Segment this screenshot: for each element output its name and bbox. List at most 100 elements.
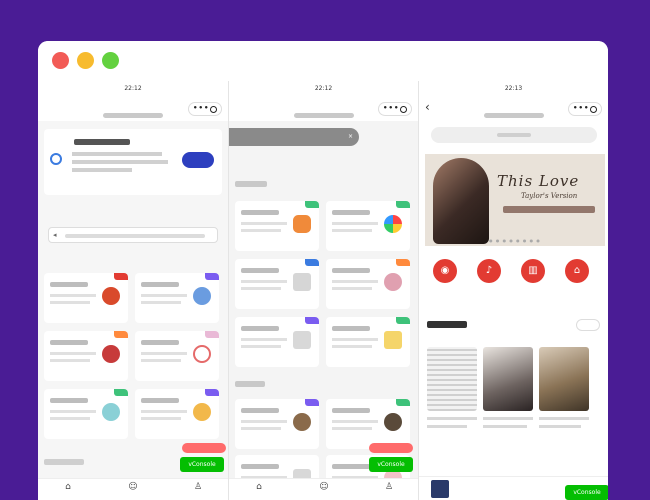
smile-icon: ☺: [128, 482, 138, 492]
playlist-cover[interactable]: [539, 347, 589, 411]
feature-icon: [102, 403, 120, 421]
carousel-indicator[interactable]: ● ● ● ● ● ● ● ●: [425, 238, 605, 243]
tab-mine[interactable]: ♙: [369, 482, 409, 492]
section-title-2: [235, 381, 265, 387]
close-icon[interactable]: ×: [348, 133, 353, 140]
app-window: 22:12 ••• ◂ vConsole ⌂ ☺ ♙ 22:12 ••• × v…: [38, 41, 608, 500]
more-icon[interactable]: •••: [573, 104, 589, 112]
rank-icon[interactable]: ▥: [521, 259, 545, 283]
phone-screen-tools: 22:12 ••• × vConsole ⌂ ☺ ♙: [228, 81, 418, 500]
maximize-window-button[interactable]: [102, 52, 119, 69]
feature-card[interactable]: [326, 399, 410, 449]
banner-image: [433, 158, 489, 244]
feature-card[interactable]: [44, 389, 128, 439]
more-button[interactable]: [576, 319, 600, 331]
feature-card[interactable]: [326, 201, 410, 251]
window-titlebar: [38, 41, 608, 81]
section-title-2: [44, 459, 84, 465]
status-time: 22:13: [504, 85, 523, 92]
feature-icon: [293, 273, 311, 291]
feature-icon: [384, 273, 402, 291]
playlist-name: [427, 417, 477, 420]
tab-discover[interactable]: ☺: [113, 482, 153, 492]
smile-icon: ☺: [319, 482, 329, 492]
feature-icon: [293, 215, 311, 233]
playlist-name: [539, 417, 589, 420]
vconsole-button[interactable]: vConsole: [565, 485, 608, 500]
feature-card[interactable]: [135, 331, 219, 381]
search-input[interactable]: [431, 127, 597, 143]
close-target-icon[interactable]: [210, 106, 217, 113]
tab-mine[interactable]: ♙: [178, 482, 218, 492]
feature-icon: [384, 215, 402, 233]
playlist-icon[interactable]: ♪: [477, 259, 501, 283]
feature-icon: [193, 345, 211, 363]
feature-card[interactable]: [135, 273, 219, 323]
floating-share-button[interactable]: [369, 443, 413, 453]
mini-program-capsule[interactable]: •••: [378, 102, 412, 116]
banner-subtitle: Taylor's Version: [521, 192, 578, 200]
share-card: [44, 129, 222, 195]
minimize-window-button[interactable]: [77, 52, 94, 69]
tab-home[interactable]: ⌂: [239, 482, 279, 492]
feature-card[interactable]: [44, 331, 128, 381]
recommend-music-icon[interactable]: ◉: [433, 259, 457, 283]
nav-bar: ‹ •••: [419, 97, 608, 121]
feature-icon: [384, 331, 402, 349]
mini-program-capsule[interactable]: •••: [188, 102, 222, 116]
status-time: 22:12: [124, 85, 142, 92]
playlist-cover[interactable]: [427, 347, 477, 411]
playlist-cover[interactable]: [483, 347, 533, 411]
phone-screen-home: 22:12 ••• ◂ vConsole ⌂ ☺ ♙: [38, 81, 228, 500]
close-target-icon[interactable]: [400, 106, 407, 113]
nav-bar: •••: [38, 97, 228, 121]
feature-icon: [293, 331, 311, 349]
mini-program-capsule[interactable]: •••: [568, 102, 602, 116]
floating-share-button[interactable]: [182, 443, 226, 453]
vconsole-button[interactable]: vConsole: [369, 457, 413, 472]
join-button[interactable]: [182, 152, 214, 168]
feature-card[interactable]: [235, 201, 319, 251]
feature-card[interactable]: [44, 273, 128, 323]
home-icon: ⌂: [65, 482, 71, 492]
banner-caption: [503, 206, 595, 213]
phone-screen-music: 22:13 ‹ ••• This Love Taylor's Version ●…: [418, 81, 608, 500]
feature-card[interactable]: [235, 317, 319, 367]
toast-message: ×: [229, 128, 359, 146]
feature-icon: [293, 413, 311, 431]
more-icon[interactable]: •••: [383, 104, 399, 112]
vconsole-button[interactable]: vConsole: [180, 457, 224, 472]
home-icon: ⌂: [256, 482, 262, 492]
feature-card[interactable]: [326, 259, 410, 309]
feature-card[interactable]: [135, 389, 219, 439]
feature-card[interactable]: [235, 259, 319, 309]
status-bar: 22:13: [419, 81, 608, 97]
user-icon: ♙: [384, 482, 394, 492]
feature-icon: [193, 287, 211, 305]
speaker-icon: ◂: [53, 231, 57, 239]
notice-bar[interactable]: ◂: [48, 227, 218, 243]
tab-bar: ⌂ ☺ ♙: [229, 478, 418, 500]
status-bar: 22:12: [38, 81, 228, 97]
banner-carousel[interactable]: This Love Taylor's Version ● ● ● ● ● ● ●…: [425, 154, 605, 246]
status-bar: 22:12: [229, 81, 418, 97]
playlist-name: [483, 417, 533, 420]
feature-card[interactable]: [235, 399, 319, 449]
feature-icon: [193, 403, 211, 421]
user-icon: ♙: [193, 482, 203, 492]
status-time: 22:12: [314, 85, 333, 92]
tab-home[interactable]: ⌂: [48, 482, 88, 492]
feature-card[interactable]: [326, 317, 410, 367]
album-art: [431, 480, 449, 498]
tab-discover[interactable]: ☺: [304, 482, 344, 492]
feature-icon: [102, 345, 120, 363]
share-icon: [50, 153, 62, 165]
close-target-icon[interactable]: [590, 106, 597, 113]
profile-icon[interactable]: ⌂: [565, 259, 589, 283]
close-window-button[interactable]: [52, 52, 69, 69]
section-title-1: [235, 181, 267, 187]
more-icon[interactable]: •••: [193, 104, 209, 112]
banner-title: This Love: [497, 172, 580, 190]
feature-icon: [384, 413, 402, 431]
tab-bar: ⌂ ☺ ♙: [38, 478, 228, 500]
